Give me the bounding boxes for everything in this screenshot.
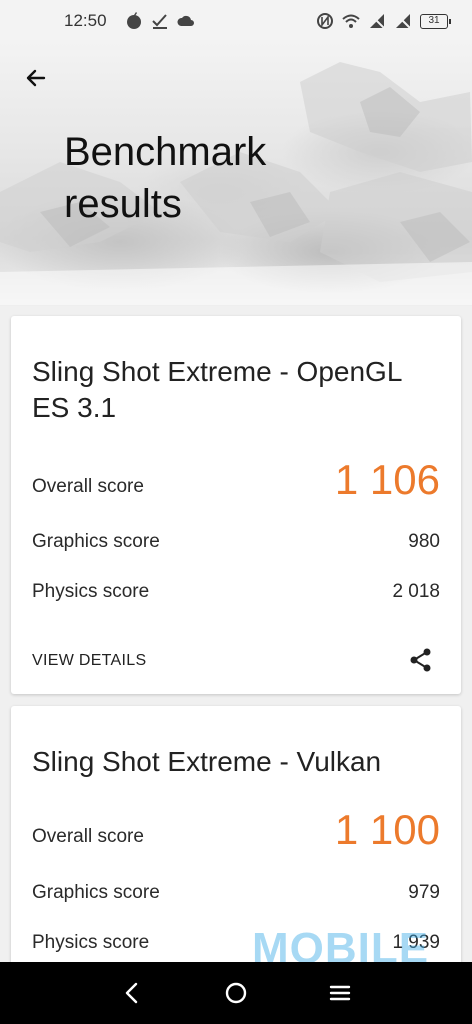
nfc-icon <box>317 13 333 29</box>
graphics-score-label: Graphics score <box>32 531 160 552</box>
physics-score-label: Physics score <box>32 581 150 602</box>
graphics-score-label: Graphics score <box>32 882 160 903</box>
physics-score-value: 2 018 <box>392 581 440 602</box>
graphics-score-value: 979 <box>408 882 440 903</box>
wifi-icon <box>342 14 360 28</box>
physics-score-label: Physics score <box>32 932 150 953</box>
overall-score-label: Overall score <box>32 826 144 847</box>
overall-score-row: Overall score 1 106 <box>32 458 440 502</box>
back-button[interactable] <box>18 60 54 96</box>
no-signal-icon <box>369 13 385 29</box>
overall-score-value: 1 100 <box>334 806 440 853</box>
check-icon <box>151 14 167 29</box>
status-right-icons: 31 <box>316 12 451 30</box>
status-left-icons <box>125 12 195 30</box>
arrow-left-icon <box>26 69 46 87</box>
header-banner: Benchmark results <box>0 42 472 306</box>
cloud-icon <box>177 15 194 26</box>
menu-icon <box>329 985 351 1001</box>
nav-menu-button[interactable] <box>322 975 358 1011</box>
overall-score-label: Overall score <box>32 476 144 497</box>
physics-score-row: Physics score 2 018 <box>32 581 440 603</box>
graphics-score-row: Graphics score 979 <box>32 882 440 904</box>
overall-score-value: 1 106 <box>334 456 440 503</box>
app-notification-icon <box>126 12 141 29</box>
share-button[interactable] <box>407 646 435 674</box>
overall-score-row: Overall score 1 100 <box>32 808 440 852</box>
nav-back-button[interactable] <box>114 975 150 1011</box>
system-nav-bar <box>0 962 472 1024</box>
graphics-score-value: 980 <box>408 531 440 552</box>
nav-home-button[interactable] <box>218 975 254 1011</box>
view-details-button[interactable]: VIEW DETAILS <box>32 652 146 670</box>
battery-icon: 31 <box>420 13 451 29</box>
card-title: Sling Shot Extreme - OpenGL ES 3.1 <box>32 356 402 423</box>
card-title: Sling Shot Extreme - Vulkan <box>32 746 382 777</box>
no-signal-icon <box>395 13 411 29</box>
page-title: Benchmark results <box>64 130 267 226</box>
graphics-score-row: Graphics score 980 <box>32 531 440 553</box>
result-card-opengl: Sling Shot Extreme - OpenGL ES 3.1 Overa… <box>11 316 461 694</box>
share-icon <box>410 648 431 672</box>
home-circle-icon <box>225 982 247 1004</box>
chevron-left-icon <box>125 982 138 1004</box>
status-bar: 12:50 31 <box>0 0 472 42</box>
status-time: 12:50 <box>64 11 107 30</box>
